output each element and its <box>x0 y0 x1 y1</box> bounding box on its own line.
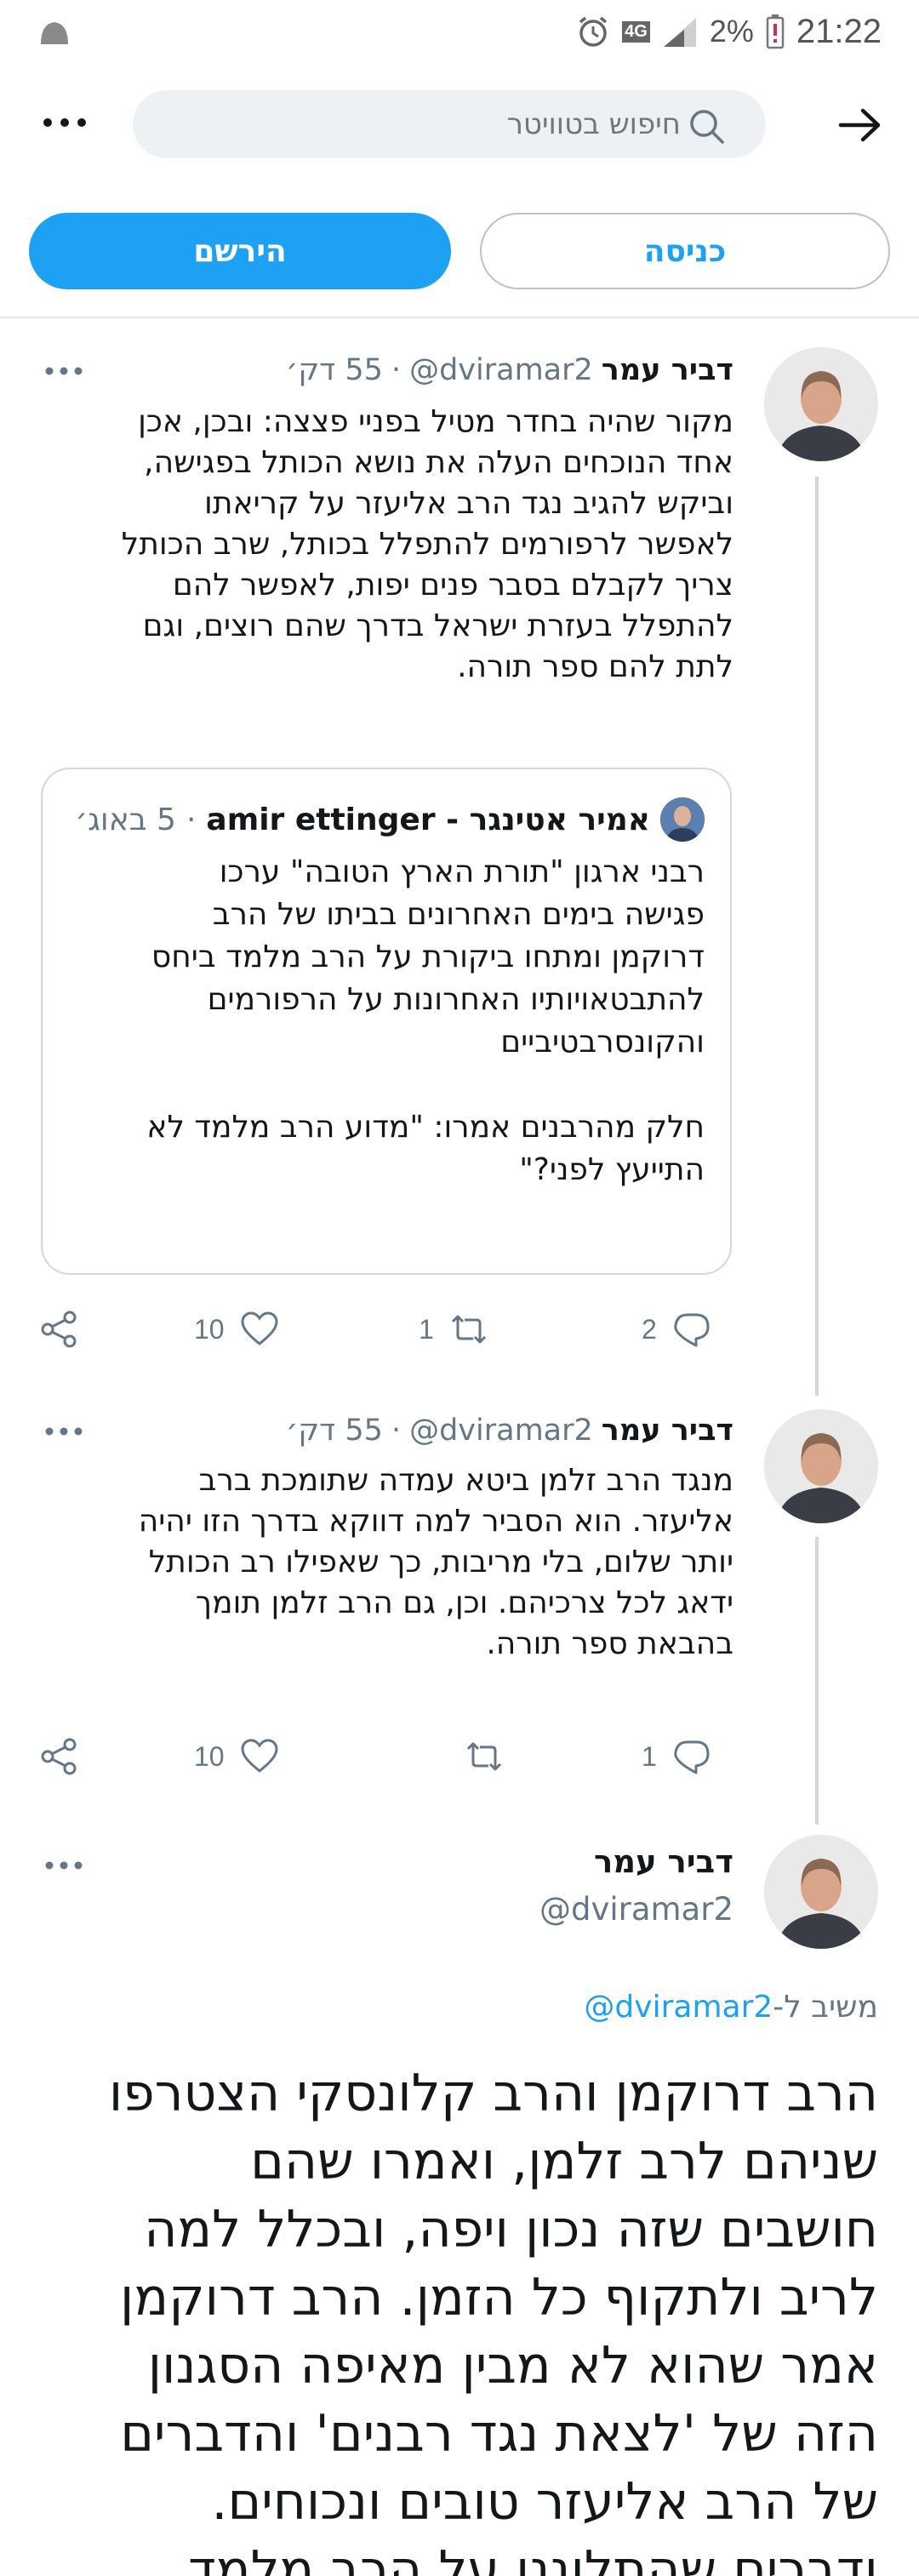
reply-prefix: משיב ל- <box>773 1990 878 2025</box>
heart-icon <box>241 1311 278 1345</box>
like-count: 10 <box>194 1313 225 1345</box>
tweet-text: מנגד הרב זלמן ביטא עמדה שתומכת ברב אליעז… <box>138 1463 733 1661</box>
battery-percent: 2% <box>709 14 754 49</box>
search-icon <box>690 110 724 144</box>
tweet-text: מקור שהיה בחדר מטיל בפניי פצצה: ובכן, אכ… <box>121 404 733 684</box>
tweet-actions: 10 1 <box>39 1731 733 1782</box>
share-button[interactable] <box>39 1731 78 1782</box>
tweet-header: דביר עמר @dviramar2 · 55 דק׳ <box>286 349 733 391</box>
author-name[interactable]: דביר עמר <box>602 1414 733 1448</box>
more-options-icon[interactable] <box>43 1859 85 1872</box>
more-options-icon[interactable] <box>43 364 85 378</box>
like-button[interactable]: 10 <box>194 1304 279 1355</box>
login-button[interactable]: כניסה <box>480 213 890 289</box>
reply-to-link[interactable]: @dviramar2 <box>584 1990 773 2025</box>
alarm-icon <box>579 16 608 47</box>
search-bar[interactable] <box>133 90 766 158</box>
main-tweet-text: הרב דרוקמן והרב קלונסקי הצטרפו שניהם לרב… <box>108 2064 878 2576</box>
avatar-image <box>764 1409 878 1523</box>
avatar[interactable] <box>764 347 878 461</box>
retweet-icon <box>451 1315 486 1344</box>
author-handle[interactable]: @dviramar2 <box>409 1414 593 1448</box>
reply-icon <box>674 1740 710 1774</box>
quote-author-name: אמיר אטינגר - amir ettinger <box>206 802 650 837</box>
tweet-time[interactable]: 55 דק׳ <box>286 353 383 387</box>
top-bar <box>0 89 919 158</box>
avatar-image <box>764 1835 878 1949</box>
separator-dot: · <box>391 1414 402 1448</box>
replying-to: משיב ל-@dviramar2 <box>584 1990 878 2025</box>
signup-button[interactable]: הירשם <box>29 213 451 289</box>
quoted-tweet[interactable]: אמיר אטינגר - amir ettinger · 5 באוג׳ רב… <box>41 768 732 1275</box>
more-options-icon[interactable] <box>39 114 90 131</box>
battery-low-icon <box>766 14 785 49</box>
reply-button[interactable]: 2 <box>642 1304 711 1355</box>
quote-time: 5 באוג׳ <box>75 802 176 837</box>
quote-avatar <box>660 797 705 842</box>
retweet-button[interactable] <box>449 1731 504 1782</box>
header-divider <box>0 317 919 318</box>
share-icon <box>41 1738 77 1775</box>
reply-icon <box>674 1313 710 1347</box>
quote-header: אמיר אטינגר - amir ettinger · 5 באוג׳ <box>75 797 705 842</box>
separator-dot: · <box>186 802 197 837</box>
heart-icon <box>241 1739 278 1773</box>
share-button[interactable] <box>39 1304 78 1355</box>
more-options-icon[interactable] <box>43 1425 85 1438</box>
like-button[interactable]: 10 <box>194 1731 279 1782</box>
back-arrow-icon[interactable] <box>832 104 883 146</box>
reply-button[interactable]: 1 <box>642 1731 711 1782</box>
thread-line <box>815 477 819 1396</box>
retweet-count: 1 <box>419 1313 434 1345</box>
separator-dot: · <box>391 353 402 387</box>
status-bar: 4G 2% 21:22 <box>0 0 919 61</box>
thread-line <box>815 1537 819 1825</box>
tweet-header: דביר עמר @dviramar2 · 55 דק׳ <box>286 1409 733 1452</box>
avatar[interactable] <box>764 1409 878 1523</box>
status-indicators: 4G 2% 21:22 <box>576 10 882 53</box>
like-count: 10 <box>194 1740 225 1772</box>
author-handle[interactable]: @dviramar2 <box>409 353 593 387</box>
main-author-handle[interactable]: @dviramar2 <box>539 1891 733 1928</box>
reply-count: 2 <box>642 1313 657 1345</box>
tweet-time[interactable]: 55 דק׳ <box>286 1414 383 1448</box>
clock: 21:22 <box>796 12 882 50</box>
reply-count: 1 <box>642 1740 657 1772</box>
avatar-image <box>764 347 878 461</box>
author-name[interactable]: דביר עמר <box>602 353 733 387</box>
tweet-actions: 10 1 2 <box>39 1304 733 1355</box>
retweet-button[interactable]: 1 <box>419 1304 488 1355</box>
share-icon <box>41 1311 77 1348</box>
android-notification-icon <box>41 22 68 44</box>
avatar[interactable] <box>764 1835 878 1949</box>
main-author-name[interactable]: דביר עמר <box>594 1843 733 1880</box>
quote-text: רבני ארגון "תורת הארץ הטובה" ערכו פגישה … <box>146 854 705 1187</box>
retweet-icon <box>466 1742 502 1771</box>
search-input[interactable] <box>204 90 681 158</box>
signal-icon <box>663 18 696 47</box>
network-type: 4G <box>622 20 650 43</box>
